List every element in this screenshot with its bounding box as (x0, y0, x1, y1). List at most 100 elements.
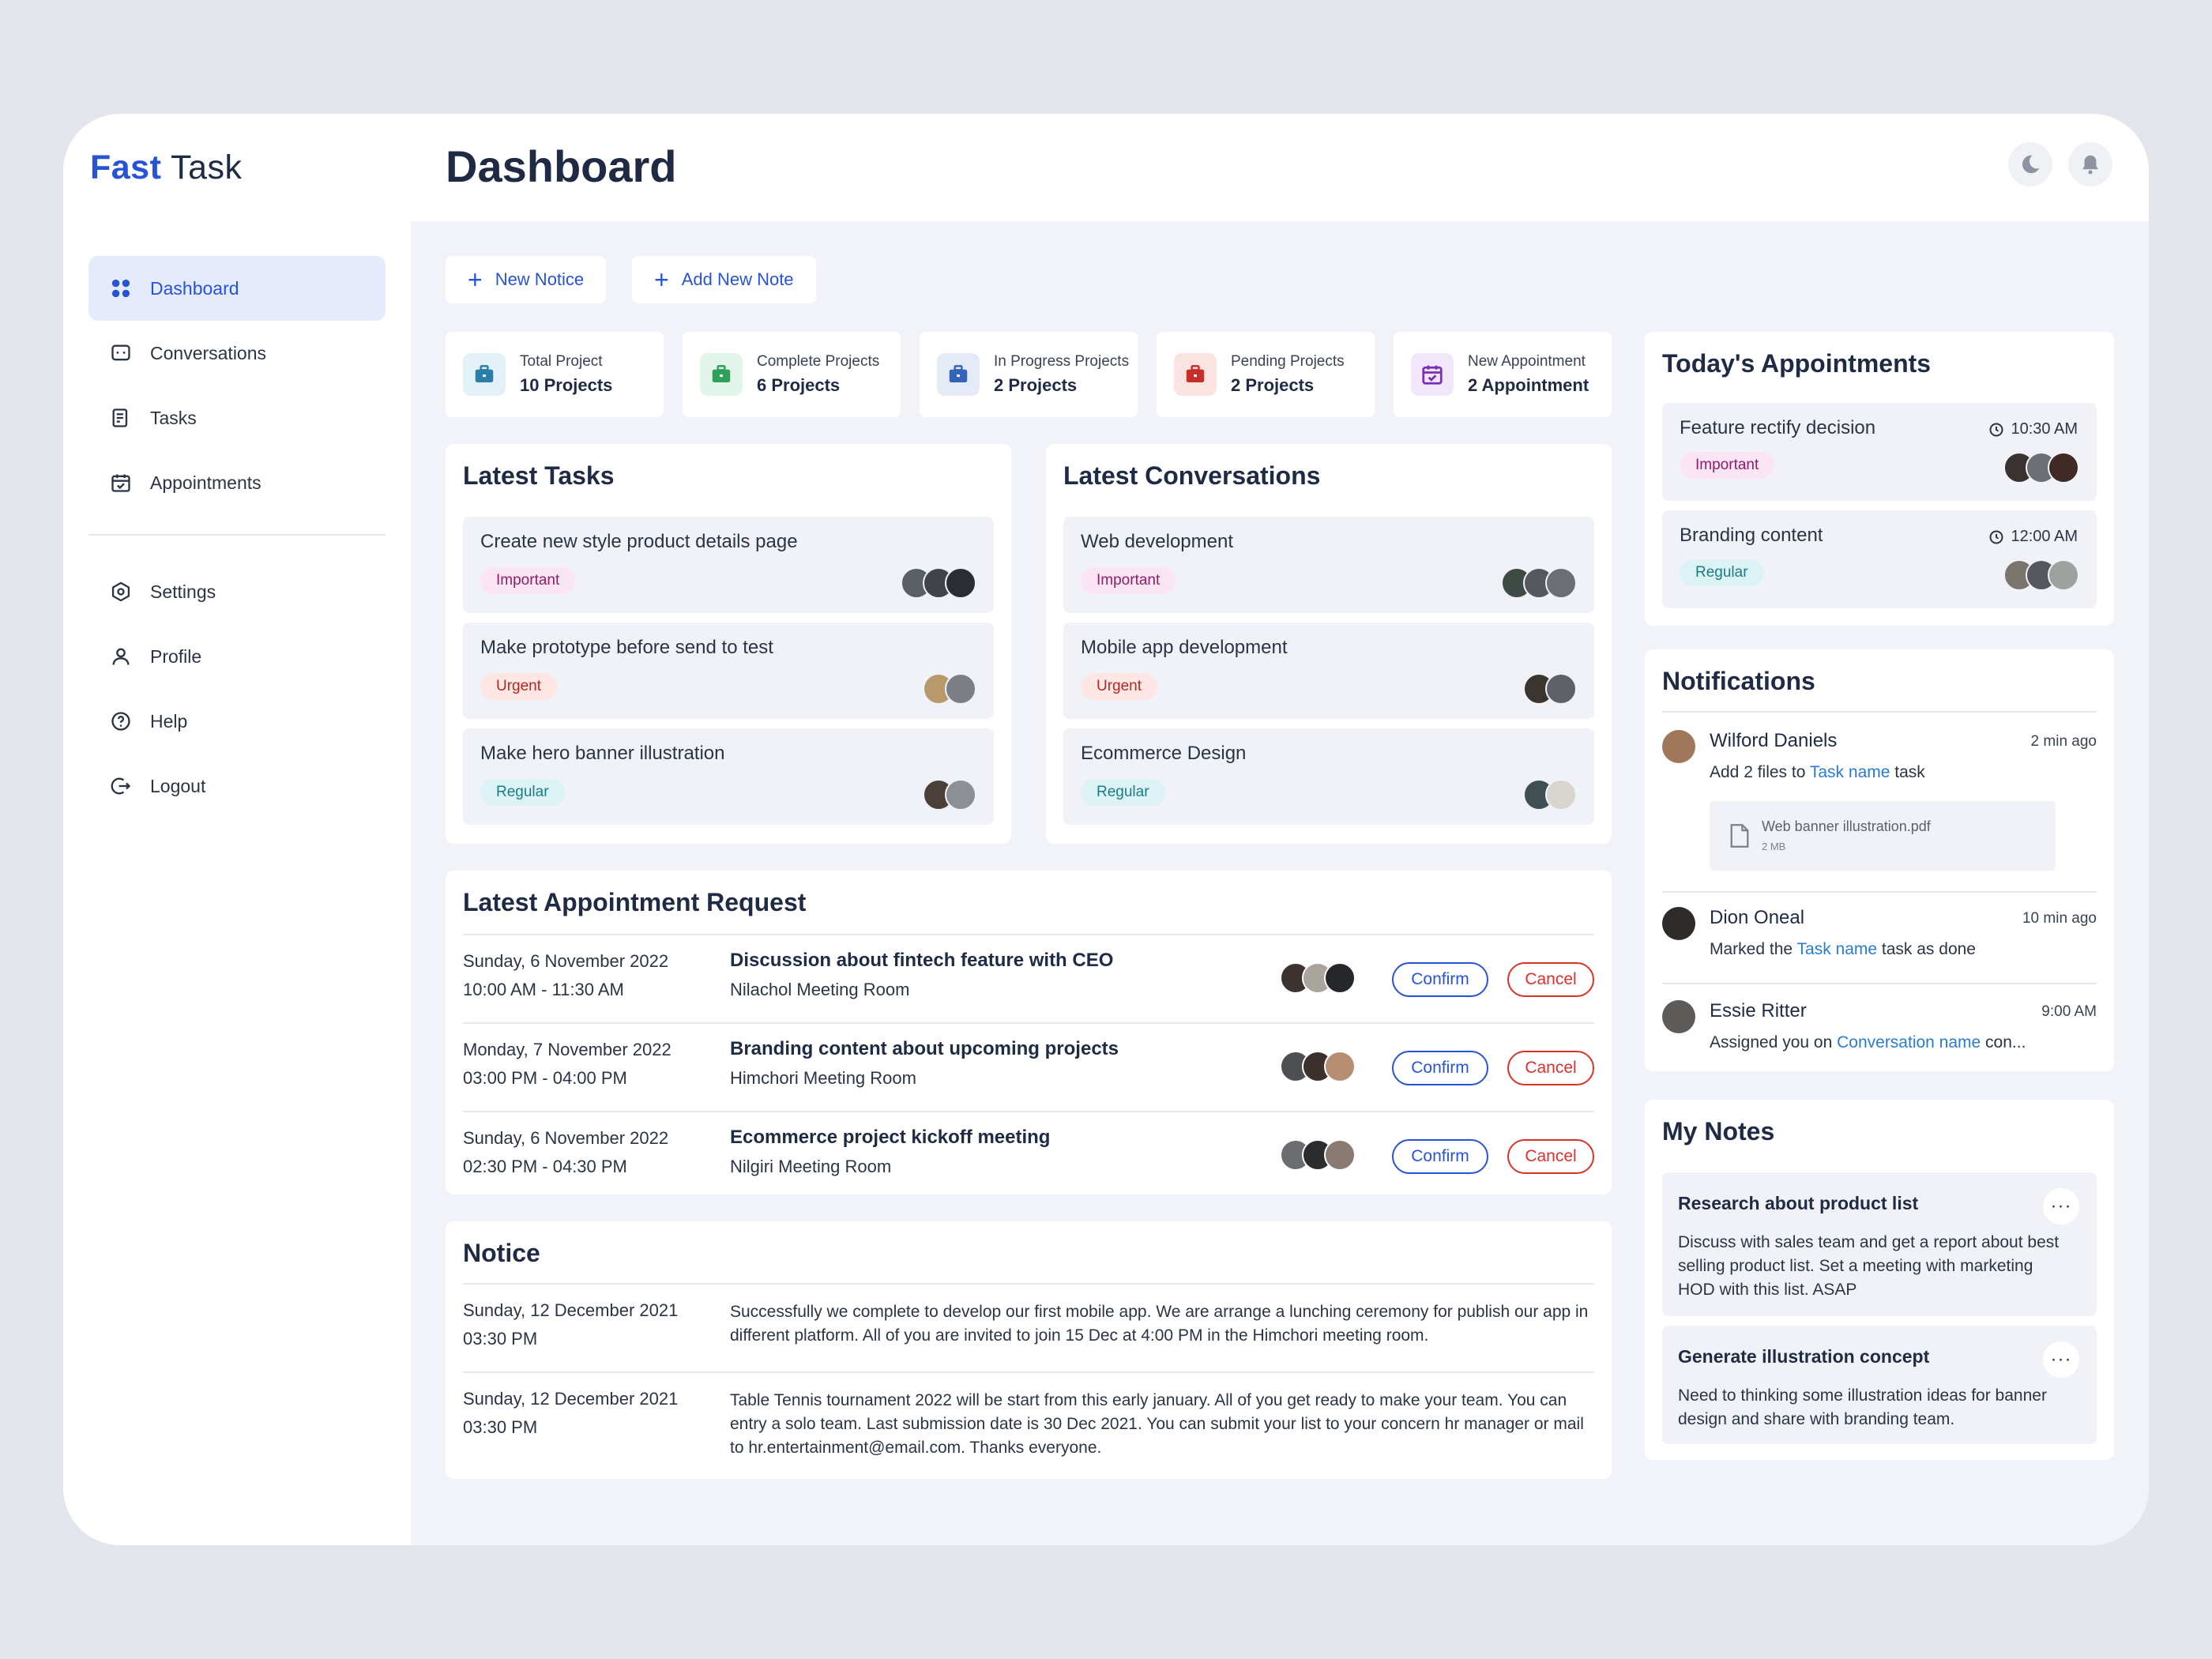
sidebar-item-conversations[interactable]: Conversations (88, 321, 386, 386)
tag-badge: Regular (1680, 559, 1764, 586)
avatar (1324, 1139, 1356, 1171)
sidebar-item-logout[interactable]: Logout (88, 754, 386, 818)
avatar (945, 567, 976, 599)
add-note-button[interactable]: + Add New Note (632, 256, 816, 303)
panel-title: Notifications (1662, 667, 1815, 695)
task-card[interactable]: Make prototype before send to test Urgen… (463, 623, 994, 719)
avatar (945, 673, 976, 705)
stat-card-in-progress[interactable]: In Progress Projects 2 Projects (920, 332, 1138, 417)
todays-appointments-panel: Today's Appointments Feature rectify dec… (1645, 332, 2114, 626)
conversation-card[interactable]: Ecommerce Design Regular (1063, 728, 1594, 825)
avatar-group (1523, 779, 1577, 811)
time-label: 12:00 AM (1988, 528, 2078, 546)
grid-icon (109, 276, 133, 300)
avatar (2048, 452, 2079, 483)
notification-item[interactable]: Wilford Daniels 2 min ago Add 2 files to… (1662, 730, 2097, 880)
task-card[interactable]: Make hero banner illustration Regular (463, 728, 994, 825)
sidebar-item-profile[interactable]: Profile (88, 624, 386, 689)
logo[interactable]: Fast Task (90, 149, 243, 187)
conversation-card[interactable]: Web development Important (1063, 517, 1594, 613)
tag-badge: Urgent (480, 673, 558, 700)
stat-card-total[interactable]: Total Project 10 Projects (446, 332, 664, 417)
notification-item[interactable]: Dion Oneal 10 min ago Marked the Task na… (1662, 907, 2097, 970)
cancel-button[interactable]: Cancel (1507, 1051, 1594, 1085)
task-card[interactable]: Create new style product details page Im… (463, 517, 994, 613)
sidebar-item-tasks[interactable]: Tasks (88, 386, 386, 450)
briefcase-icon (937, 353, 980, 396)
sidebar-item-label: Tasks (150, 407, 197, 428)
settings-icon (109, 580, 133, 604)
dark-mode-toggle[interactable] (2008, 142, 2052, 186)
avatar-group (1280, 1139, 1356, 1171)
appointment-row: Monday, 7 November 2022 03:00 PM - 04:00… (463, 1024, 1594, 1111)
tag-badge: Urgent (1081, 673, 1158, 700)
sidebar-item-dashboard[interactable]: Dashboard (88, 256, 386, 321)
new-notice-button[interactable]: + New Notice (446, 256, 607, 303)
sidebar-item-label: Settings (150, 581, 216, 602)
plus-icon: + (654, 265, 669, 294)
tag-badge: Important (480, 567, 576, 594)
sidebar-item-label: Profile (150, 645, 202, 667)
logout-icon (109, 774, 133, 798)
cancel-button[interactable]: Cancel (1507, 1139, 1594, 1174)
stat-card-new-appointment[interactable]: New Appointment 2 Appointment (1394, 332, 1612, 417)
appointment-row: Sunday, 6 November 2022 02:30 PM - 04:30… (463, 1112, 1594, 1199)
avatar (2048, 559, 2079, 591)
page-title: Dashboard (446, 141, 677, 191)
appointment-row: Sunday, 6 November 2022 10:00 AM - 11:30… (463, 935, 1594, 1022)
appointment-card[interactable]: Feature rectify decision 10:30 AM Import… (1662, 403, 2097, 501)
avatar (1662, 907, 1695, 940)
appointment-card[interactable]: Branding content 12:00 AM Regular (1662, 510, 2097, 608)
sidebar-item-settings[interactable]: Settings (88, 559, 386, 624)
confirm-button[interactable]: Confirm (1392, 1051, 1488, 1085)
avatar-group (923, 673, 976, 705)
notifications-button[interactable] (2068, 142, 2112, 186)
avatar-group (1280, 962, 1356, 994)
more-options-button[interactable]: ··· (2043, 1341, 2079, 1378)
sidebar-item-label: Dashboard (150, 277, 239, 299)
confirm-button[interactable]: Confirm (1392, 1139, 1488, 1174)
appointment-requests-panel: Latest Appointment Request Sunday, 6 Nov… (446, 871, 1612, 1194)
panel-title: Latest Appointment Request (463, 888, 807, 916)
avatar-group (901, 567, 976, 599)
cancel-button[interactable]: Cancel (1507, 962, 1594, 997)
avatar (1324, 1051, 1356, 1082)
file-attachment[interactable]: Web banner illustration.pdf 2 MB (1710, 801, 2056, 871)
panel-title: Latest Conversations (1063, 461, 1321, 490)
stat-card-complete[interactable]: Complete Projects 6 Projects (683, 332, 901, 417)
avatar (1545, 673, 1577, 705)
calendar-icon (109, 471, 133, 495)
avatar (1324, 962, 1356, 994)
task-link[interactable]: Task name (1797, 940, 1878, 958)
note-card[interactable]: Generate illustration concept ··· Need t… (1662, 1326, 2097, 1444)
tasks-icon (109, 406, 133, 430)
moon-icon (2022, 155, 2040, 174)
tag-badge: Regular (1081, 779, 1165, 806)
sidebar-item-label: Conversations (150, 342, 267, 363)
calendar-check-icon (1411, 353, 1454, 396)
avatar (1545, 779, 1577, 811)
confirm-button[interactable]: Confirm (1392, 962, 1488, 997)
more-options-button[interactable]: ··· (2043, 1188, 2079, 1224)
avatar-group (1501, 567, 1577, 599)
conversation-link[interactable]: Conversation name (1837, 1033, 1981, 1051)
notifications-panel: Notifications Wilford Daniels 2 min ago … (1645, 649, 2114, 1071)
sidebar-item-appointments[interactable]: Appointments (88, 450, 386, 515)
stat-card-pending[interactable]: Pending Projects 2 Projects (1157, 332, 1375, 417)
briefcase-icon (463, 353, 506, 396)
conversation-card[interactable]: Mobile app development Urgent (1063, 623, 1594, 719)
avatar (1662, 1000, 1695, 1033)
avatar-group (2003, 452, 2079, 483)
latest-tasks-panel: Latest Tasks Create new style product de… (446, 444, 1011, 844)
avatar (945, 779, 976, 811)
help-icon (109, 709, 133, 733)
sidebar-item-help[interactable]: Help (88, 689, 386, 754)
notice-row: Sunday, 12 December 2021 03:30 PM Table … (463, 1389, 1584, 1457)
clock-icon (1989, 423, 2003, 436)
briefcase-icon (700, 353, 743, 396)
my-notes-panel: My Notes Research about product list ···… (1645, 1100, 2114, 1460)
note-card[interactable]: Research about product list ··· Discuss … (1662, 1172, 2097, 1316)
latest-conversations-panel: Latest Conversations Web development Imp… (1046, 444, 1612, 844)
task-link[interactable]: Task name (1810, 763, 1890, 781)
notification-item[interactable]: Essie Ritter 9:00 AM Assigned you on Con… (1662, 1000, 2097, 1063)
